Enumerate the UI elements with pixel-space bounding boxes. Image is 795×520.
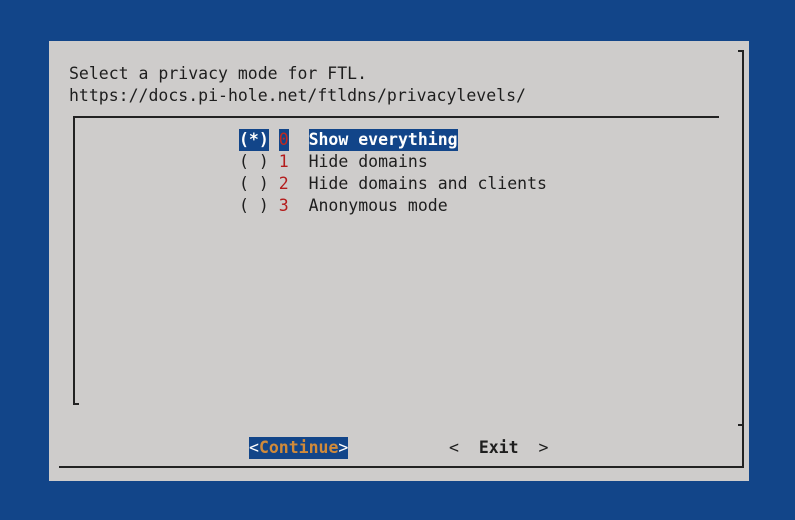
dialog-frame-right bbox=[742, 52, 744, 467]
option-tag: 3 bbox=[278, 196, 289, 215]
continue-label: ontinue bbox=[268, 438, 339, 457]
radio-option-hide-domains[interactable]: ( ) 1 Hide domains bbox=[239, 151, 428, 173]
button-bracket: < bbox=[249, 438, 259, 457]
radiolist-frame-corner bbox=[73, 403, 79, 405]
option-tag: 2 bbox=[278, 174, 289, 193]
dialog-frame-corner bbox=[738, 424, 744, 426]
radio-mark: ( ) bbox=[239, 196, 269, 215]
option-label: Hide domains bbox=[308, 152, 428, 171]
option-label: Show everything bbox=[308, 129, 458, 151]
radiolist-frame-left bbox=[73, 116, 75, 405]
radio-option-hide-domains-and-clients[interactable]: ( ) 2 Hide domains and clients bbox=[239, 173, 547, 195]
button-bracket: > bbox=[538, 438, 549, 457]
radio-mark: ( ) bbox=[239, 152, 269, 171]
continue-hotkey: C bbox=[258, 438, 269, 457]
dialog-frame-corner bbox=[738, 50, 744, 52]
option-label: Anonymous mode bbox=[308, 196, 448, 215]
privacy-mode-dialog bbox=[49, 41, 749, 481]
option-label: Hide domains and clients bbox=[308, 174, 547, 193]
option-tag: 0 bbox=[278, 129, 289, 151]
exit-button[interactable]: < Exit > bbox=[449, 437, 548, 459]
dialog-prompt-url: https://docs.pi-hole.net/ftldns/privacyl… bbox=[69, 86, 526, 105]
exit-label: Exit bbox=[478, 438, 519, 457]
radio-mark: ( ) bbox=[239, 174, 269, 193]
continue-button[interactable]: <Continue> bbox=[249, 437, 349, 459]
dialog-prompt: Select a privacy mode for FTL. bbox=[69, 64, 368, 83]
dialog-frame-bottom bbox=[59, 466, 744, 468]
radio-mark: (*) bbox=[239, 129, 269, 151]
option-tag: 1 bbox=[278, 152, 289, 171]
radio-option-show-everything[interactable]: (*) 0 Show everything bbox=[239, 129, 458, 151]
radiolist-frame-top bbox=[73, 116, 719, 118]
radio-option-anonymous-mode[interactable]: ( ) 3 Anonymous mode bbox=[239, 195, 448, 217]
button-bracket: < bbox=[449, 438, 459, 457]
button-bracket: > bbox=[338, 438, 349, 457]
